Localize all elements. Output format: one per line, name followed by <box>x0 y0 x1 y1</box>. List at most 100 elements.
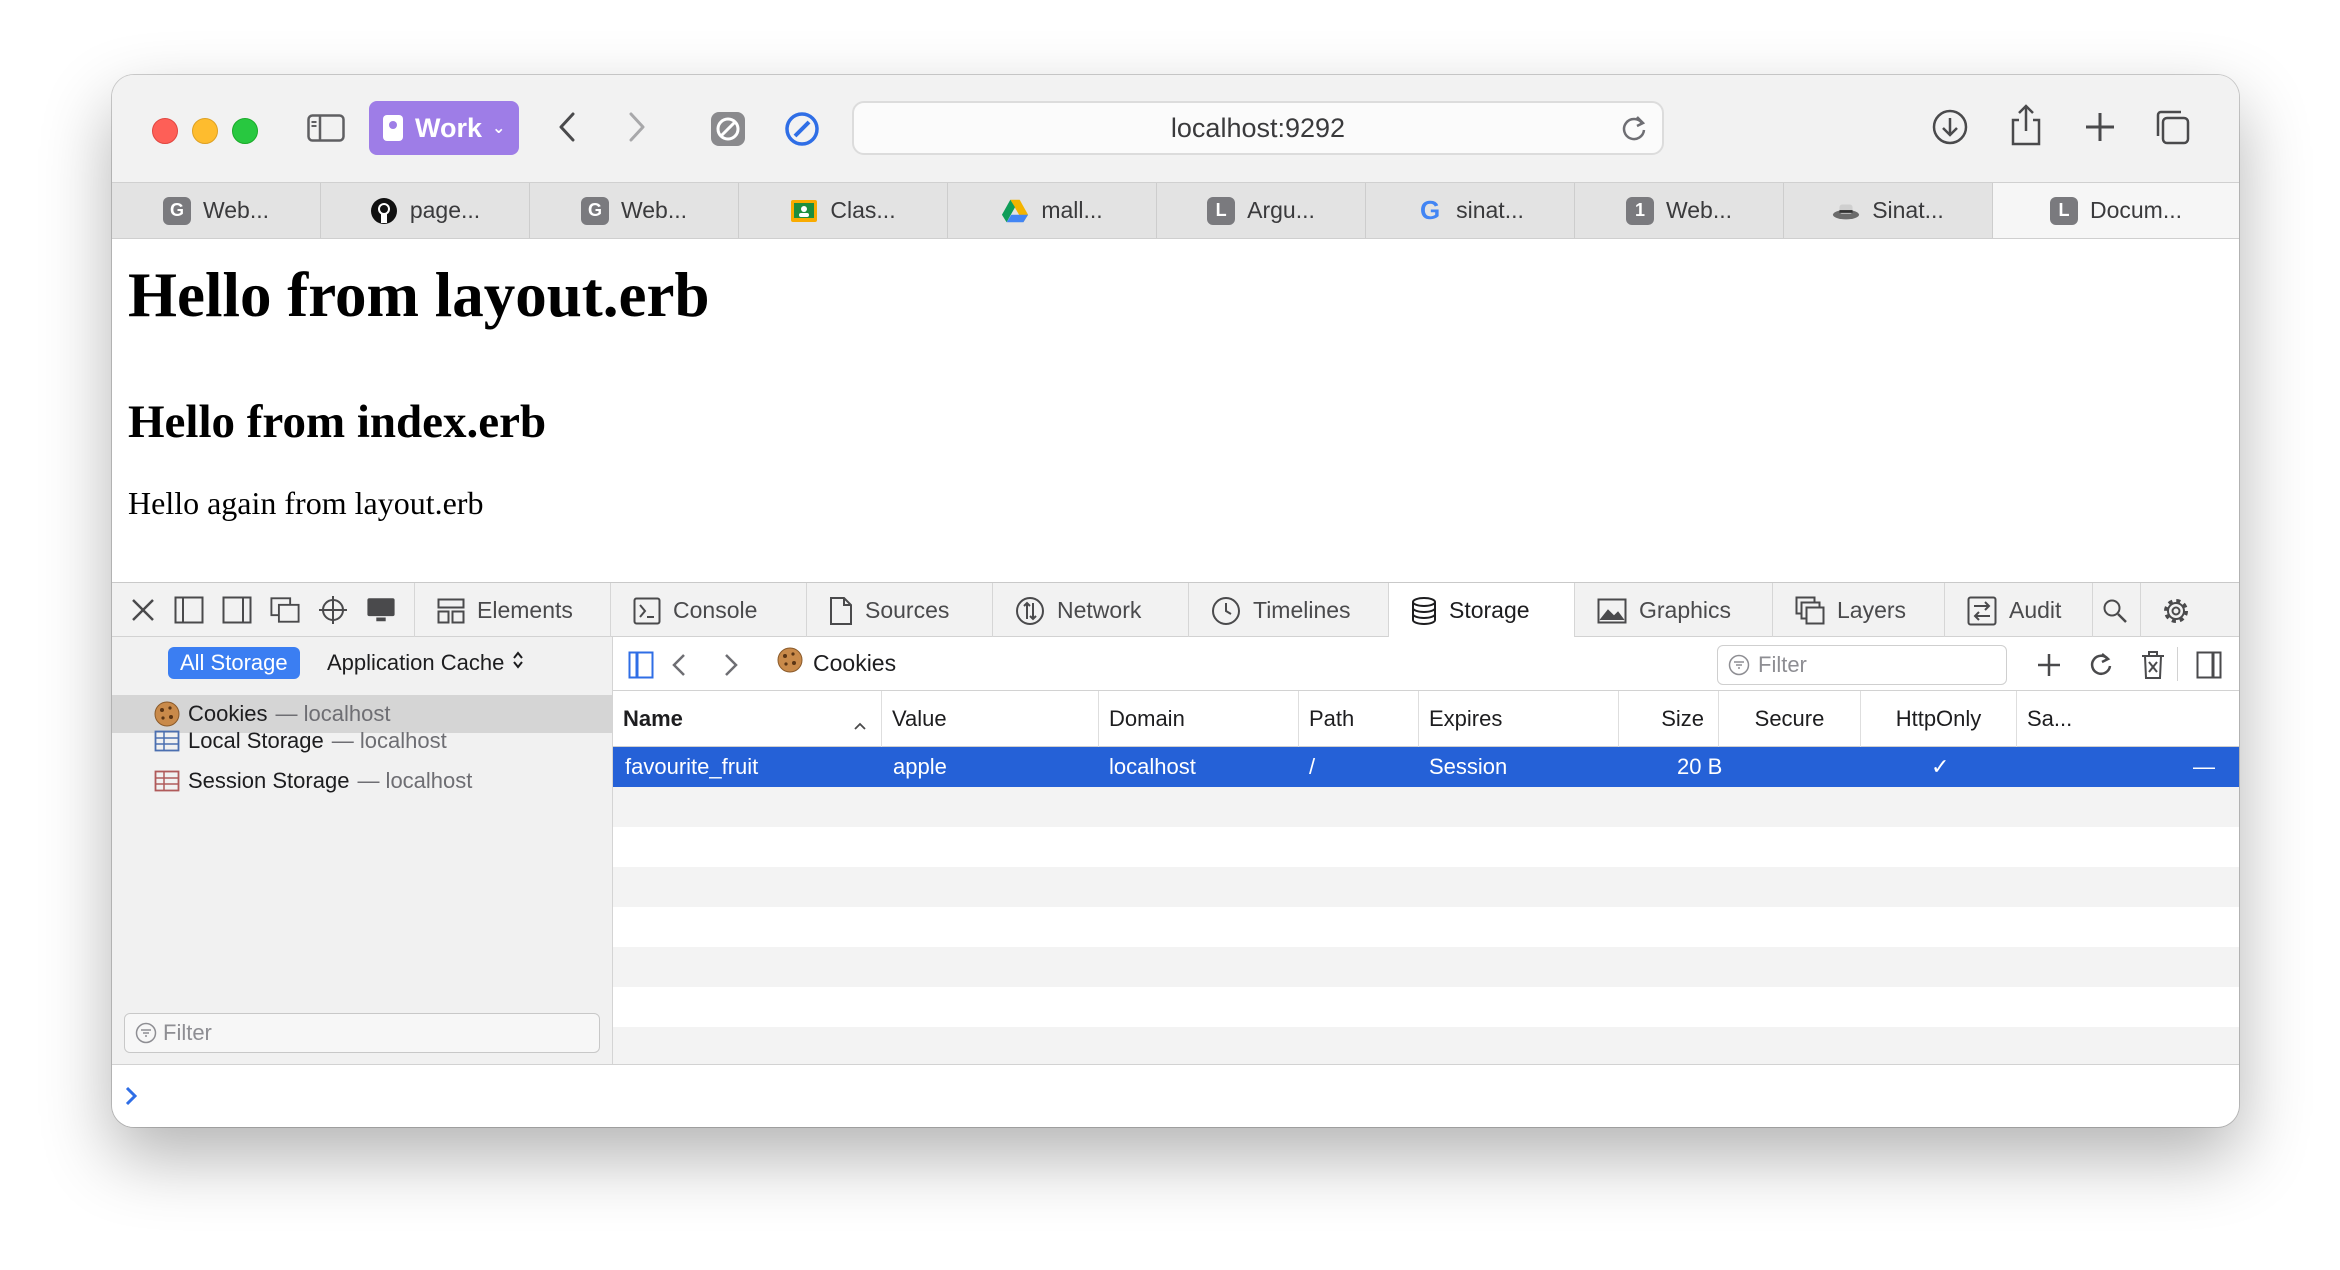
delete-all-icon[interactable] <box>2137 649 2169 681</box>
column-header-size[interactable]: Size <box>1618 691 1718 747</box>
devtools-tab-timelines[interactable]: Timelines <box>1188 583 1388 638</box>
add-cookie-icon[interactable] <box>2033 649 2065 681</box>
column-header-path[interactable]: Path <box>1298 691 1418 747</box>
cell-path: / <box>1309 754 1316 779</box>
back-arrow-icon[interactable] <box>663 649 695 681</box>
empty-row <box>613 987 2239 1027</box>
tab-2[interactable]: page... <box>321 183 530 238</box>
address-bar[interactable]: localhost:9292 <box>852 101 1664 155</box>
extension-blocker-icon[interactable] <box>710 111 746 147</box>
toggle-navigation-sidebar-icon[interactable] <box>625 649 657 681</box>
tab-label: Clas... <box>830 197 896 223</box>
tab-4[interactable]: Clas... <box>739 183 948 238</box>
devtools-tab-graphics[interactable]: Graphics <box>1574 583 1772 638</box>
sidebar-filter-input[interactable]: Filter <box>124 1013 600 1053</box>
filter-icon <box>1728 654 1750 676</box>
elements-icon <box>437 598 465 623</box>
column-header-expires[interactable]: Expires <box>1418 691 1618 747</box>
sidebar-toggle-icon[interactable] <box>306 113 346 143</box>
storage-sidebar: All Storage Application Cache Cookies — … <box>112 637 613 1064</box>
forward-icon[interactable] <box>622 109 652 145</box>
tab-7[interactable]: Gsinat... <box>1366 183 1575 238</box>
tab-label: Network <box>1057 597 1142 623</box>
tab-3[interactable]: G Web... <box>530 183 739 238</box>
tab-label: Storage <box>1449 597 1530 623</box>
console-prompt[interactable] <box>112 1064 2239 1127</box>
chevron-down-icon: ⌄ <box>492 120 506 137</box>
cell-size: 20 B <box>1677 754 1723 779</box>
tab-5[interactable]: mall... <box>948 183 1157 238</box>
sidebar-item-local-storage[interactable]: Local Storage — localhost <box>112 722 612 760</box>
downloads-icon[interactable] <box>1930 107 1970 147</box>
page-paragraph: Hello again from layout.erb <box>128 485 484 521</box>
toggle-details-sidebar-icon[interactable] <box>2193 649 2225 681</box>
tab-label: Timelines <box>1253 597 1351 623</box>
devtools-tab-sources[interactable]: Sources <box>806 583 992 638</box>
devtools-tab-storage[interactable]: Storage <box>1388 583 1574 638</box>
tab-10-active[interactable]: L Docum... <box>1993 183 2239 238</box>
column-header-label: Secure <box>1754 706 1825 731</box>
browser-window: Work ⌄ localhost:9292 G Web... page... G… <box>112 75 2239 1127</box>
column-header-domain[interactable]: Domain <box>1098 691 1298 747</box>
column-header-secure[interactable]: Secure <box>1718 691 1860 747</box>
breadcrumb-label: Cookies <box>813 650 897 676</box>
letter-favicon-icon: L <box>1207 196 1236 225</box>
google-icon: G <box>1419 195 1441 225</box>
device-settings-icon[interactable] <box>366 595 396 625</box>
web-page: Hello from layout.erb Hello from index.e… <box>112 239 2239 582</box>
column-header-label: HttpOnly <box>1895 706 1982 731</box>
forward-arrow-icon[interactable] <box>715 649 747 681</box>
column-header-name[interactable]: Name <box>613 691 881 747</box>
undock-icon[interactable] <box>270 595 300 625</box>
dock-bottom-icon[interactable] <box>174 595 204 625</box>
devtools-tab-network[interactable]: Network <box>992 583 1188 638</box>
column-header-httponly[interactable]: HttpOnly <box>1860 691 2016 747</box>
minimize-window-button[interactable] <box>192 118 218 144</box>
tab-1[interactable]: G Web... <box>112 183 321 238</box>
devtools-tab-audit[interactable]: Audit <box>1944 583 2092 638</box>
column-header-label: Value <box>892 706 947 731</box>
tab-9[interactable]: Sinat... <box>1784 183 1993 238</box>
new-tab-icon[interactable] <box>2080 107 2120 147</box>
devtools-settings-button[interactable] <box>2140 583 2239 638</box>
drive-icon <box>1001 197 1029 225</box>
back-icon[interactable] <box>552 109 582 145</box>
empty-row <box>613 947 2239 987</box>
element-picker-icon[interactable] <box>318 595 348 625</box>
tab-overview-icon[interactable] <box>2152 107 2192 147</box>
cell-value: apple <box>893 754 947 779</box>
letter-favicon-icon: L <box>2049 196 2078 225</box>
column-header-samesite[interactable]: Sa... <box>2016 691 2239 747</box>
profile-button[interactable]: Work ⌄ <box>369 101 519 155</box>
all-storage-button[interactable]: All Storage <box>168 647 300 679</box>
devtools-tab-console[interactable]: Console <box>610 583 806 638</box>
breadcrumb: Cookies <box>777 647 896 680</box>
refresh-icon[interactable] <box>2085 649 2117 681</box>
tab-8[interactable]: 1 Web... <box>1575 183 1784 238</box>
reload-icon[interactable] <box>1620 113 1648 150</box>
extension-compass-icon[interactable] <box>784 111 820 147</box>
tab-6[interactable]: L Argu... <box>1157 183 1366 238</box>
empty-row <box>613 867 2239 907</box>
tab-label: Layers <box>1837 597 1907 623</box>
devtools-tab-layers[interactable]: Layers <box>1772 583 1944 638</box>
sidebar-item-session-storage[interactable]: Session Storage — localhost <box>112 762 612 800</box>
zoom-window-button[interactable] <box>232 118 258 144</box>
table-icon <box>154 728 180 754</box>
share-icon[interactable] <box>2006 103 2046 147</box>
tab-label: Elements <box>477 597 573 623</box>
sidebar-item-domain: — localhost <box>357 768 473 793</box>
column-header-label: Domain <box>1109 706 1185 731</box>
close-window-button[interactable] <box>152 118 178 144</box>
devtools-tab-elements[interactable]: Elements <box>414 583 610 638</box>
empty-row <box>613 827 2239 867</box>
column-header-value[interactable]: Value <box>881 691 1098 747</box>
table-row[interactable]: favourite_fruit apple localhost / Sessio… <box>613 747 2239 787</box>
devtools-search-button[interactable] <box>2092 583 2140 638</box>
application-cache-select[interactable]: Application Cache <box>327 647 524 679</box>
audit-icon <box>1967 596 1997 625</box>
tab-label: Web... <box>620 197 688 223</box>
close-devtools-icon[interactable] <box>128 595 158 625</box>
cookies-filter-input[interactable]: Filter <box>1717 645 2007 685</box>
dock-right-icon[interactable] <box>222 595 252 625</box>
